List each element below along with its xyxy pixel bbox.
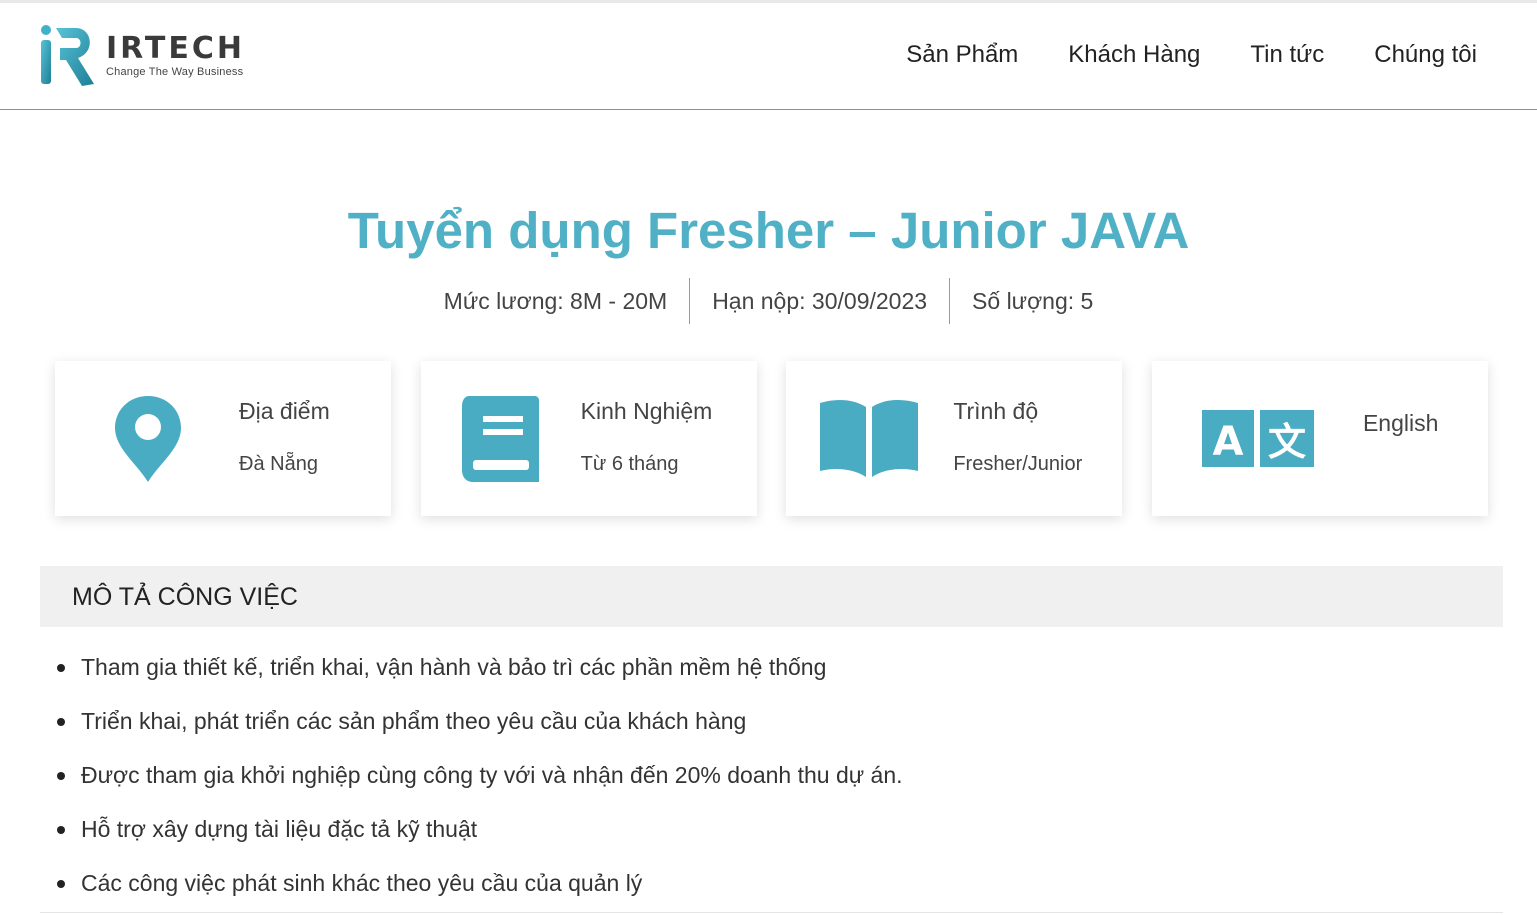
card-level: Trình độ Fresher/Junior — [786, 361, 1123, 516]
nav-item-about[interactable]: Chúng tôi — [1374, 39, 1477, 71]
svg-text:文: 文 — [1268, 420, 1306, 464]
nav-item-products[interactable]: Sản Phẩm — [906, 39, 1018, 71]
list-item-text: Triển khai, phát triển các sản phẩm theo… — [81, 708, 747, 734]
nav-item-news[interactable]: Tin tức — [1250, 39, 1324, 71]
job-quantity: Số lượng: 5 — [972, 288, 1094, 314]
card-location-value: Đà Nẵng — [239, 453, 318, 475]
list-item: Triển khai, phát triển các sản phẩm theo… — [55, 694, 903, 748]
nav-item-customers[interactable]: Khách Hàng — [1068, 39, 1200, 71]
bullet-icon — [57, 880, 65, 888]
bullet-icon — [57, 718, 65, 726]
job-description-list: Tham gia thiết kế, triển khai, vận hành … — [55, 640, 903, 910]
list-item: Các công việc phát sinh khác theo yêu cầ… — [55, 856, 903, 910]
card-language-label: English — [1362, 410, 1439, 436]
job-info-cards: Địa điểm Đà Nẵng Kinh Nghiệm Từ 6 tháng … — [55, 361, 1488, 516]
svg-text:A: A — [1212, 419, 1243, 465]
card-level-value: Fresher/Junior — [953, 453, 1083, 475]
translate-icon: A 文 — [1201, 410, 1314, 467]
list-item-text: Tham gia thiết kế, triển khai, vận hành … — [81, 654, 827, 680]
main-nav: Sản Phẩm Khách Hàng Tin tức Chúng tôi — [856, 39, 1477, 71]
book-icon — [461, 396, 539, 482]
list-item-text: Được tham gia khởi nghiệp cùng công ty v… — [81, 762, 903, 788]
location-pin-icon — [115, 396, 181, 482]
card-location: Địa điểm Đà Nẵng — [55, 361, 391, 516]
bullet-icon — [57, 826, 65, 834]
job-description-header: MÔ TẢ CÔNG VIỆC — [40, 566, 1503, 627]
open-book-icon — [820, 399, 919, 477]
card-level-label: Trình độ — [953, 398, 1039, 424]
job-title: Tuyển dụng Fresher – Junior JAVA — [347, 202, 1190, 259]
card-experience: Kinh Nghiệm Từ 6 tháng — [420, 361, 757, 516]
irtech-logo-mark-icon — [41, 25, 94, 86]
card-experience-label: Kinh Nghiệm — [580, 398, 713, 424]
list-item-text: Hỗ trợ xây dựng tài liệu đặc tả kỹ thuật — [81, 816, 478, 842]
irtech-logo[interactable]: IRTECH Change The Way Business — [38, 23, 258, 89]
section-divider — [40, 912, 1503, 913]
section-heading: MÔ TẢ CÔNG VIỆC — [72, 583, 298, 611]
site-header: IRTECH Change The Way Business Sản Phẩm … — [0, 3, 1537, 110]
job-meta: Mức lương: 8M - 20M Hạn nộp: 30/09/2023 … — [0, 278, 1537, 324]
list-item-text: Các công việc phát sinh khác theo yêu cầ… — [81, 870, 643, 896]
job-salary: Mức lương: 8M - 20M — [443, 288, 668, 314]
card-language: A 文 English — [1151, 361, 1488, 516]
job-deadline: Hạn nộp: 30/09/2023 — [712, 288, 928, 314]
logo-tagline: Change The Way Business — [106, 66, 244, 78]
list-item: Hỗ trợ xây dựng tài liệu đặc tả kỹ thuật — [55, 802, 903, 856]
logo-name: IRTECH — [106, 31, 245, 66]
list-item: Được tham gia khởi nghiệp cùng công ty v… — [55, 748, 903, 802]
bullet-icon — [57, 664, 65, 672]
card-experience-value: Từ 6 tháng — [580, 453, 679, 475]
list-item: Tham gia thiết kế, triển khai, vận hành … — [55, 640, 903, 694]
bullet-icon — [57, 772, 65, 780]
card-location-label: Địa điểm — [239, 398, 330, 424]
